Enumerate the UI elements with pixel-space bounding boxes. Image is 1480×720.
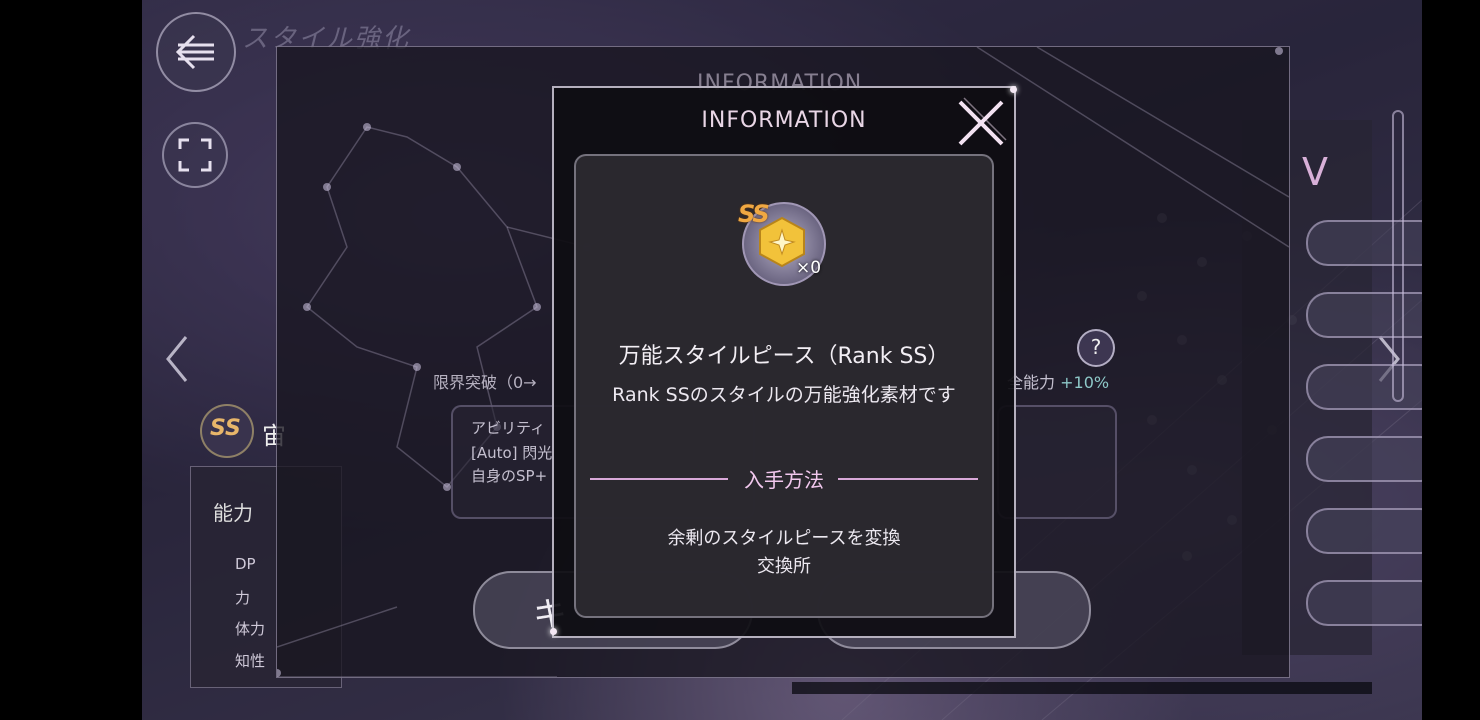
close-button[interactable]: [954, 96, 1008, 150]
modal-title: INFORMATION: [701, 108, 867, 133]
limit-break-label: 限界突破（0→: [433, 373, 537, 392]
list-slot[interactable]: [1306, 292, 1422, 338]
rank-badge-small: SS: [200, 404, 254, 458]
item-description: Rank SSのスタイルの万能強化素材です: [612, 384, 956, 406]
item-card: SS ×0 万能スタイルピース（Rank SS） Rank SSのスタイルの万能…: [574, 154, 994, 618]
acquisition-heading: 入手方法: [744, 468, 824, 492]
prev-arrow-icon[interactable]: [166, 335, 188, 387]
bottom-bar: [792, 682, 1372, 694]
list-slot[interactable]: [1306, 580, 1422, 626]
rank-badge: SS: [738, 200, 770, 228]
acquisition-method: 余剰のスタイルピースを変換: [667, 528, 901, 549]
acquisition-place-link[interactable]: 交換所: [576, 552, 992, 578]
list-slot[interactable]: [1306, 364, 1422, 410]
status-row-dp: DP: [235, 555, 256, 573]
status-row-intelligence: 知性: [235, 652, 266, 670]
item-count: ×0: [796, 258, 822, 278]
close-icon: [954, 97, 1008, 154]
ability-label: アビリティ: [471, 419, 546, 437]
list-slot[interactable]: [1306, 508, 1422, 554]
all-ability-bonus: 全能力 +10%: [1007, 369, 1109, 393]
vertical-scrollbar[interactable]: [1392, 110, 1404, 402]
information-modal: INFORMATION SS ×0 万能スタイルピース（Rank SS） Ran…: [550, 86, 1017, 638]
list-slot[interactable]: [1306, 220, 1422, 266]
status-row-power: 力: [235, 589, 251, 607]
ability-line-3: 自身のSP+: [471, 467, 548, 485]
back-button[interactable]: [156, 12, 236, 92]
all-ability-value: +10%: [1060, 373, 1110, 392]
ability-line-2: [Auto] 閃光: [471, 444, 553, 462]
help-button[interactable]: ?: [1077, 329, 1115, 367]
game-screen: スタイル強化 SS 宙 能力 DP 力 体力 知性 V INFORMATION …: [142, 0, 1422, 720]
chevron-down-icon[interactable]: V: [1302, 150, 1328, 194]
item-name: 万能スタイルピース（Rank SS）: [618, 344, 950, 369]
status-header: 能力: [213, 501, 253, 525]
fullscreen-button[interactable]: [162, 122, 228, 188]
list-slot[interactable]: [1306, 436, 1422, 482]
corner-dot: [1010, 86, 1017, 93]
status-row-stamina: 体力: [235, 620, 266, 638]
corner-dot: [550, 628, 557, 635]
